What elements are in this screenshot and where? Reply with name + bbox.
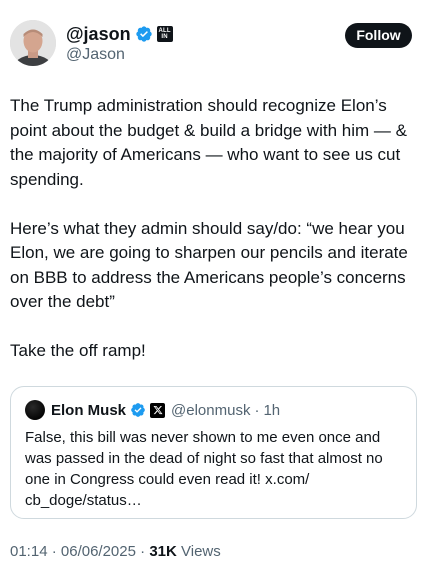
tweet-paragraph: Take the off ramp! xyxy=(10,341,146,360)
tweet-paragraph: Here’s what they admin should say/do: “w… xyxy=(10,218,408,312)
separator-dot: · xyxy=(254,401,260,419)
quoted-author-avatar[interactable] xyxy=(25,400,45,420)
separator-dot: · xyxy=(51,543,57,560)
all-in-affiliation-badge[interactable]: ALL IN xyxy=(156,26,173,42)
author-handle[interactable]: @Jason xyxy=(66,45,125,65)
views-label: Views xyxy=(181,543,221,560)
tweet-date[interactable]: 06/06/2025 xyxy=(61,543,136,560)
views-count: 31K xyxy=(149,543,177,560)
author-display-name[interactable]: @jason xyxy=(66,22,131,46)
quoted-author-handle[interactable]: @elonmusk xyxy=(171,402,250,419)
tweet-time[interactable]: 01:14 xyxy=(10,543,48,560)
follow-button[interactable]: Follow xyxy=(345,23,412,48)
verified-badge-icon xyxy=(135,25,153,43)
author-name-row: @jason ALL IN xyxy=(66,22,173,46)
tweet-paragraph: The Trump administration should recogniz… xyxy=(10,96,407,189)
tweet-text: The Trump administration should recogniz… xyxy=(10,94,420,364)
quoted-tweet-header: Elon Musk @elonmusk · 1h xyxy=(25,400,280,420)
x-logo-icon[interactable] xyxy=(150,402,166,418)
quoted-author-name[interactable]: Elon Musk xyxy=(51,402,126,419)
author-avatar[interactable] xyxy=(10,20,56,66)
quoted-tweet-text: False, this bill was never shown to me e… xyxy=(25,429,383,509)
affiliation-badge-line-2: IN xyxy=(161,34,168,40)
verified-badge-icon xyxy=(130,402,146,418)
quoted-tweet-timestamp[interactable]: 1h xyxy=(263,402,280,419)
quoted-tweet-card[interactable]: Elon Musk @elonmusk · 1h False, this bil… xyxy=(10,386,417,519)
tweet-meta: 01:14 · 06/06/2025 · 31K Views xyxy=(10,541,221,563)
separator-dot: · xyxy=(140,543,146,560)
